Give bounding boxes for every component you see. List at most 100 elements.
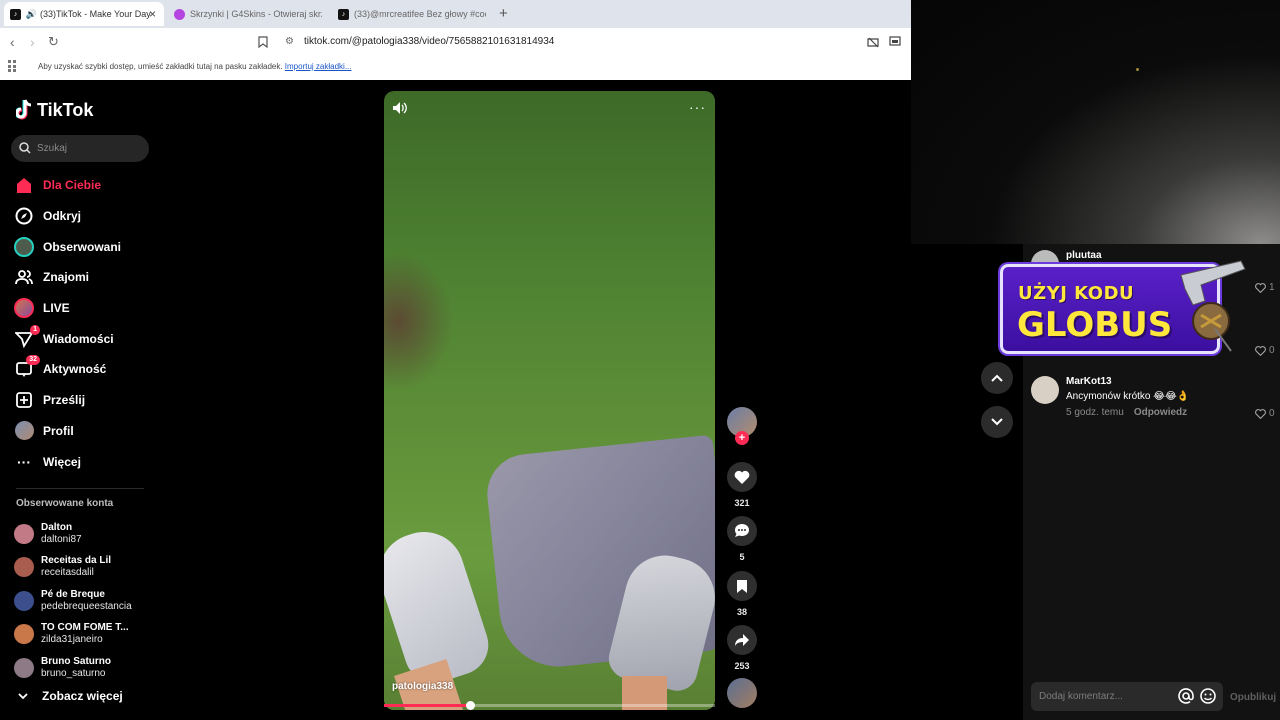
account-item[interactable]: TO COM FOME T... zilda31janeiro: [14, 618, 164, 652]
comment-count: 5: [739, 552, 745, 562]
upload-icon: [14, 390, 34, 410]
progress-handle[interactable]: [466, 701, 476, 710]
messages-badge: 1: [30, 324, 40, 335]
sidebar-item-live[interactable]: LIVE: [14, 293, 164, 324]
account-item[interactable]: Pé de Breque pedebrequeestancia: [14, 584, 164, 618]
revolver-icon: [1180, 260, 1246, 352]
more-icon: ···: [17, 453, 31, 470]
comment-text: Ancymonów krótko 😂😂👌: [1066, 391, 1190, 402]
comment-like-button[interactable]: 1: [1255, 282, 1275, 293]
heart-icon: [727, 462, 757, 492]
sidebar-item-profil[interactable]: Profil: [14, 416, 164, 447]
activity-badge: 32: [26, 355, 40, 366]
account-item[interactable]: Receitas da Lil receitasdalil: [14, 551, 164, 585]
see-more-button[interactable]: Zobacz więcej: [18, 689, 123, 703]
reply-button[interactable]: Odpowiedz: [1134, 407, 1187, 418]
forward-icon[interactable]: ›: [30, 34, 35, 50]
url-field[interactable]: tiktok.com/@patologia338/video/756588210…: [304, 36, 554, 47]
tab-tiktok[interactable]: ♪ 🔊 (33)TikTok - Make Your Day ×: [4, 2, 164, 26]
back-icon[interactable]: ‹: [10, 34, 15, 50]
sidebar-item-aktywnosc[interactable]: 32 Aktywność: [14, 354, 164, 385]
sidebar-item-odkryj[interactable]: Odkryj: [14, 201, 164, 232]
more-options-icon[interactable]: ···: [689, 99, 706, 115]
emoji-icon[interactable]: [1200, 688, 1216, 704]
sidebar-item-znajomi[interactable]: Znajomi: [14, 262, 164, 293]
follow-plus-icon[interactable]: +: [735, 431, 749, 445]
bookmarks-bar: Aby uzyskać szybki dostęp, umieść zakład…: [0, 56, 911, 80]
sidebar-item-dla-ciebie[interactable]: Dla Ciebie: [14, 170, 164, 201]
comment-like-button[interactable]: 0: [1255, 345, 1275, 356]
music-disc-avatar[interactable]: [727, 678, 757, 708]
avatar: [14, 657, 34, 678]
compass-icon: [14, 206, 34, 226]
volume-icon[interactable]: [392, 101, 408, 120]
account-item[interactable]: Bruno Saturno bruno_saturno: [14, 651, 164, 685]
video-player[interactable]: [384, 91, 715, 710]
search-icon: [19, 142, 31, 154]
save-button[interactable]: 38: [727, 571, 757, 617]
followed-accounts-title: Obserwowane konta: [16, 498, 114, 509]
comment-icon: [727, 516, 757, 546]
new-tab-button[interactable]: +: [499, 5, 508, 22]
chevron-down-icon: [991, 418, 1003, 426]
like-button[interactable]: 321: [727, 462, 757, 508]
screen: ♪ 🔊 (33)TikTok - Make Your Day × Skrzynk…: [0, 0, 1280, 720]
bookmark-icon[interactable]: [258, 36, 268, 51]
like-count: 321: [734, 498, 750, 508]
avatar: [14, 590, 34, 611]
browser-chrome: ♪ 🔊 (33)TikTok - Make Your Day × Skrzynk…: [0, 0, 911, 80]
sidebar-item-obserwowani[interactable]: Obserwowani: [14, 231, 164, 262]
reload-icon[interactable]: ↻: [48, 34, 59, 50]
comment-like-button[interactable]: 0: [1255, 408, 1275, 419]
cast-off-icon[interactable]: [867, 36, 879, 51]
g4skins-favicon-icon: [174, 8, 185, 20]
bookmark-icon: [727, 571, 757, 601]
comment-meta: 5 godz. temu Odpowiedz: [1066, 407, 1188, 418]
tiktok-favicon-icon: ♪: [338, 8, 349, 20]
tab-bar: ♪ 🔊 (33)TikTok - Make Your Day × Skrzynk…: [0, 0, 911, 28]
avatar[interactable]: [1031, 376, 1059, 404]
avatar: [14, 523, 34, 544]
search-input[interactable]: Szukaj: [11, 135, 149, 162]
author-avatar[interactable]: +: [727, 407, 757, 445]
live-icon: [14, 298, 34, 319]
webcam-overlay: [911, 0, 1280, 244]
tab-g4skins[interactable]: Skrzynki | G4Skins - Otwieraj skrzynki: [168, 2, 328, 26]
sidebar-item-wiecej[interactable]: ··· Więcej: [14, 446, 164, 477]
apps-grid-icon[interactable]: [8, 60, 20, 74]
mention-icon[interactable]: [1178, 688, 1194, 704]
sidebar-nav: Dla Ciebie Odkryj Obserwowani Znajomi LI…: [14, 170, 164, 477]
tiktok-logo[interactable]: TikTok: [14, 99, 93, 121]
friends-icon: [14, 267, 34, 287]
heart-outline-icon: [1255, 345, 1266, 356]
avatar: [14, 557, 34, 578]
save-count: 38: [736, 607, 747, 617]
chevron-down-icon: [18, 689, 28, 703]
site-info-icon[interactable]: ⚙: [285, 36, 294, 47]
previous-video-button[interactable]: [981, 362, 1013, 394]
tab-mrcreatifee[interactable]: ♪ (33)@mrcreatifee Bez głowy #cocorp: [332, 2, 492, 26]
publish-button[interactable]: Opublikuj: [1230, 692, 1276, 703]
share-count: 253: [734, 661, 750, 671]
video-author[interactable]: patologia338: [392, 681, 453, 692]
share-icon: [727, 625, 757, 655]
comment-button[interactable]: 5: [727, 516, 757, 562]
promo-code-banner: UŻYJ KODU GLOBUS: [1000, 260, 1246, 354]
progress-fill: [384, 704, 471, 707]
next-video-button[interactable]: [981, 406, 1013, 438]
address-bar: ‹ › ↻ ⚙ tiktok.com/@patologia338/video/7…: [0, 28, 911, 56]
close-tab-icon[interactable]: ×: [149, 7, 156, 21]
sidebar-item-wiadomosci[interactable]: 1 Wiadomości: [14, 323, 164, 354]
heart-outline-icon: [1255, 408, 1266, 419]
chevron-up-icon: [991, 374, 1003, 382]
promo-line-2: GLOBUS: [1017, 305, 1173, 345]
comment-user[interactable]: pluutaa: [1066, 250, 1102, 261]
heart-outline-icon: [1255, 282, 1266, 293]
import-bookmarks-link[interactable]: Importuj zakładki...: [285, 62, 352, 71]
sidebar-item-przeslij[interactable]: Prześlij: [14, 385, 164, 416]
comment-user[interactable]: MarKot13: [1066, 376, 1112, 387]
screen-icon[interactable]: [889, 36, 901, 49]
account-item[interactable]: Dalton daltoni87: [14, 517, 164, 551]
video-progress-bar[interactable]: [384, 701, 715, 710]
share-button[interactable]: 253: [727, 625, 757, 671]
